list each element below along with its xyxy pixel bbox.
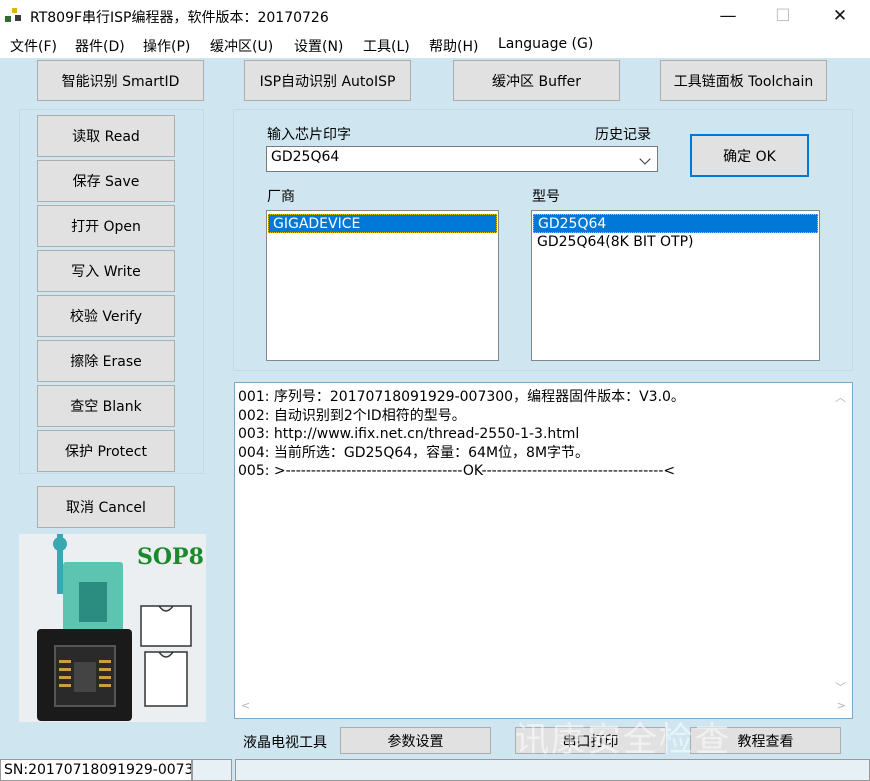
- chip-input-label: 输入芯片印字: [267, 127, 351, 143]
- menu-buffer[interactable]: 缓冲区(U): [210, 36, 273, 56]
- status-panel: [192, 759, 232, 781]
- verify-button[interactable]: 校验 Verify: [37, 295, 175, 337]
- menu-file[interactable]: 文件(F): [10, 36, 57, 56]
- serial-number-status: SN:20170718091929-0073: [0, 759, 192, 781]
- open-button[interactable]: 打开 Open: [37, 205, 175, 247]
- menu-settings[interactable]: 设置(N): [294, 36, 343, 56]
- sop8-label: SOP8: [137, 544, 204, 570]
- param-settings-button[interactable]: 参数设置: [340, 727, 491, 754]
- tv-tool-label: 液晶电视工具: [243, 735, 327, 751]
- scroll-left-icon[interactable]: <: [241, 699, 250, 712]
- menu-language[interactable]: Language (G): [498, 36, 593, 52]
- autoisp-button[interactable]: ISP自动识别 AutoISP: [244, 60, 411, 101]
- menu-tools[interactable]: 工具(L): [363, 36, 410, 56]
- log-line: 003: http://www.ifix.net.cn/thread-2550-…: [238, 426, 580, 442]
- vendor-list-item[interactable]: GIGADEVICE: [268, 214, 497, 233]
- close-button[interactable]: ✕: [813, 0, 867, 32]
- protect-button[interactable]: 保护 Protect: [37, 430, 175, 472]
- chevron-down-icon[interactable]: [639, 153, 651, 165]
- scroll-up-icon[interactable]: ︿: [835, 389, 846, 405]
- chip-marking-value: GD25Q64: [271, 149, 340, 165]
- scroll-right-icon[interactable]: >: [837, 699, 846, 712]
- erase-button[interactable]: 擦除 Erase: [37, 340, 175, 382]
- history-label[interactable]: 历史记录: [595, 124, 651, 144]
- blank-button[interactable]: 查空 Blank: [37, 385, 175, 427]
- status-progress: [235, 759, 870, 781]
- sop8-socket-image: SOP8: [19, 534, 206, 722]
- minimize-button[interactable]: —: [701, 0, 755, 32]
- model-list-item[interactable]: GD25Q64: [533, 214, 818, 233]
- vendor-label: 厂商: [267, 189, 295, 205]
- buffer-button[interactable]: 缓冲区 Buffer: [453, 60, 620, 101]
- log-line: 004: 当前所选：GD25Q64，容量：64M位，8M字节。: [238, 444, 590, 461]
- chip-marking-combo[interactable]: GD25Q64: [266, 146, 658, 172]
- model-label: 型号: [532, 189, 560, 205]
- app-icon: [5, 8, 21, 22]
- log-line: 002: 自动识别到2个ID相符的型号。: [238, 407, 466, 424]
- window-title: RT809F串行ISP编程器，软件版本：20170726: [30, 10, 329, 26]
- log-output[interactable]: 001: 序列号：20170718091929-007300，编程器固件版本：V…: [234, 382, 853, 719]
- vendor-list[interactable]: GIGADEVICE: [266, 210, 499, 361]
- smartid-button[interactable]: 智能识别 SmartID: [37, 60, 204, 101]
- toolchain-button[interactable]: 工具链面板 Toolchain: [660, 60, 827, 101]
- menu-operation[interactable]: 操作(P): [143, 36, 190, 56]
- maximize-button[interactable]: ☐: [756, 0, 810, 32]
- ok-button[interactable]: 确定 OK: [690, 134, 809, 177]
- log-line: 001: 序列号：20170718091929-007300，编程器固件版本：V…: [238, 389, 685, 405]
- model-list-item[interactable]: GD25Q64(8K BIT OTP): [533, 233, 818, 252]
- log-line: 005: >----------------------------------…: [238, 463, 676, 479]
- write-button[interactable]: 写入 Write: [37, 250, 175, 292]
- model-list[interactable]: GD25Q64 GD25Q64(8K BIT OTP): [531, 210, 820, 361]
- menu-help[interactable]: 帮助(H): [429, 36, 478, 56]
- watermark: 讯康安全检查: [515, 720, 731, 760]
- title-bar: RT809F串行ISP编程器，软件版本：20170726 — ☐ ✕: [0, 0, 870, 32]
- scroll-down-icon[interactable]: ﹀: [835, 679, 846, 695]
- read-button[interactable]: 读取 Read: [37, 115, 175, 157]
- menu-bar: 文件(F) 器件(D) 操作(P) 缓冲区(U) 设置(N) 工具(L) 帮助(…: [0, 32, 870, 58]
- menu-device[interactable]: 器件(D): [75, 36, 125, 56]
- save-button[interactable]: 保存 Save: [37, 160, 175, 202]
- cancel-button[interactable]: 取消 Cancel: [37, 486, 175, 528]
